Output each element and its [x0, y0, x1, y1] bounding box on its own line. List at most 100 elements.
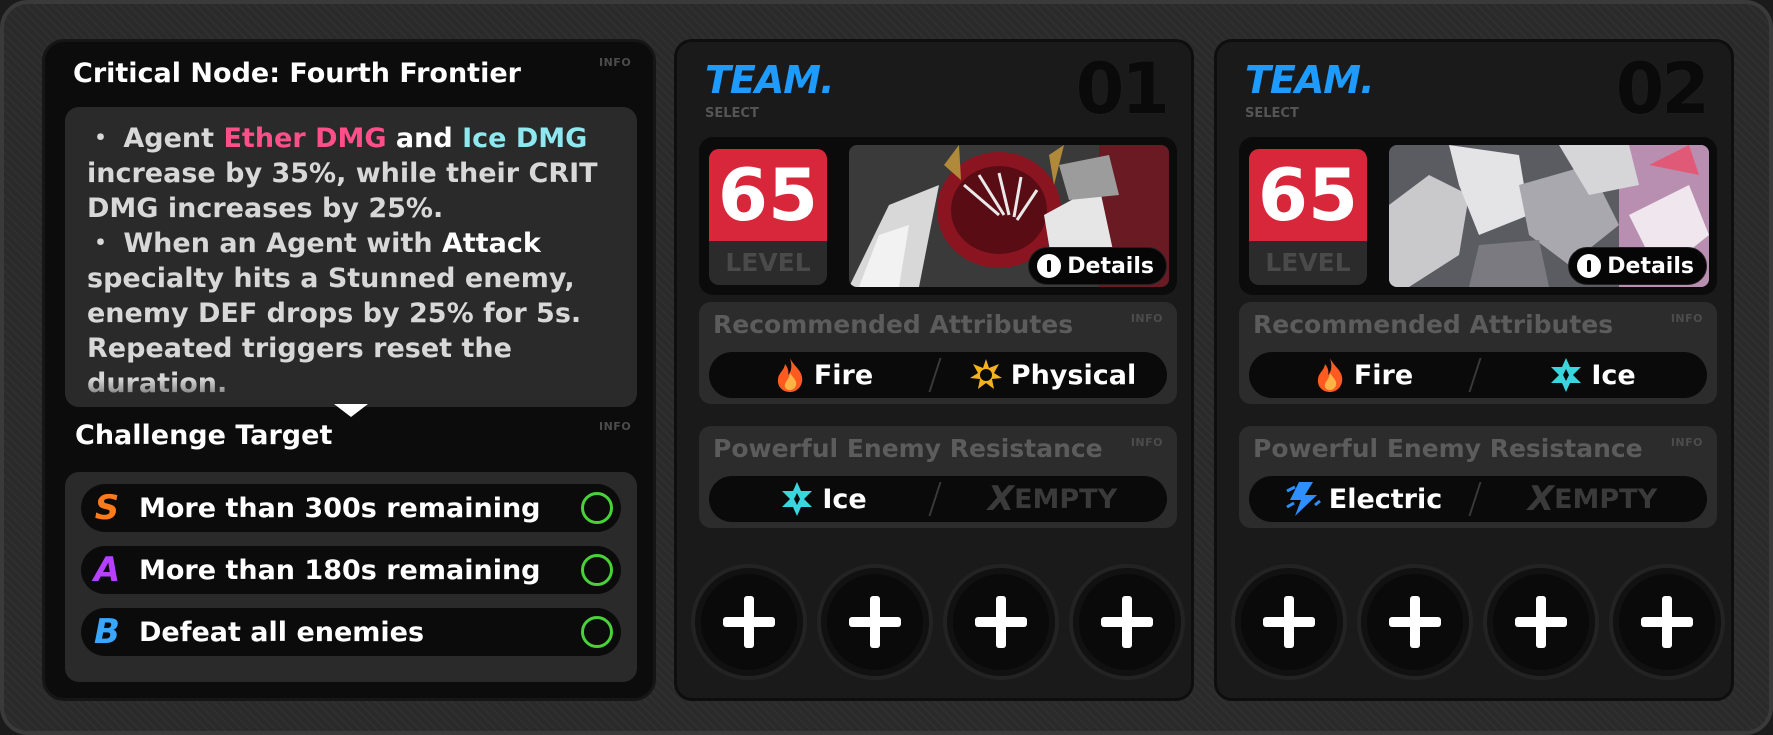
resistance-empty: X EMPTY — [1478, 476, 1707, 522]
attribute-name: EMPTY — [1014, 483, 1118, 515]
recommended-attributes: Recommended Attributes INFO Fire Ice — [1239, 302, 1717, 404]
enemy-resistance-title: Powerful Enemy Resistance — [1253, 434, 1643, 463]
enemy-resistance: Powerful Enemy Resistance INFO Electric … — [1239, 426, 1717, 528]
target-text: More than 180s remaining — [139, 554, 541, 586]
fire-icon — [777, 358, 803, 392]
details-button[interactable]: Details — [1028, 247, 1167, 285]
buff-description-segment: Ether DMG — [223, 123, 387, 154]
target-row-a: A More than 180s remaining — [81, 546, 621, 594]
add-agent-button[interactable] — [817, 564, 933, 680]
attribute-ice: Ice — [1478, 352, 1707, 398]
team-panel-02: TEAM. SELECT 02 65 LEVEL Details Recomme… — [1214, 39, 1734, 701]
buff-description-segment: and — [386, 123, 463, 154]
target-row-s: S More than 300s remaining — [81, 484, 621, 532]
node-title: Critical Node: Fourth Frontier — [73, 58, 521, 89]
recommended-attributes-title: Recommended Attributes — [1253, 310, 1614, 339]
target-status-icon — [581, 492, 613, 524]
fire-icon — [1317, 358, 1343, 392]
attribute-name: EMPTY — [1554, 483, 1658, 515]
attribute-pill: Fire Physical — [709, 352, 1167, 398]
info-tag[interactable]: INFO — [599, 420, 631, 433]
challenge-frame: Critical Node: Fourth Frontier INFO ・ Ag… — [0, 0, 1773, 735]
buff-description-segment: increase by 35%, while their CRIT DMG in… — [87, 158, 598, 224]
add-agent-button[interactable] — [1483, 564, 1599, 680]
team-number: 02 — [1615, 48, 1710, 130]
plus-icon — [1263, 596, 1315, 648]
attribute-name: Fire — [813, 359, 874, 391]
level-label: LEVEL — [1265, 248, 1351, 277]
info-tag[interactable]: INFO — [1131, 312, 1163, 325]
grade-a-icon: A — [93, 550, 121, 590]
enemy-level: 65 — [709, 149, 827, 241]
x-icon: X — [1527, 479, 1555, 519]
info-icon — [1577, 254, 1602, 278]
recommended-attributes: Recommended Attributes INFO Fire Physica… — [699, 302, 1177, 404]
plus-icon — [1515, 596, 1567, 648]
level-label: LEVEL — [725, 248, 811, 277]
attribute-name: Ice — [1591, 359, 1636, 391]
plus-icon — [975, 596, 1027, 648]
enemy-level: 65 — [1249, 149, 1367, 241]
plus-icon — [849, 596, 901, 648]
recommended-attributes-title: Recommended Attributes — [713, 310, 1074, 339]
agent-slots — [1231, 564, 1725, 684]
attribute-name: Fire — [1353, 359, 1414, 391]
resistance-electric: Electric — [1249, 476, 1478, 522]
details-label: Details — [1067, 253, 1154, 279]
agent-slots — [691, 564, 1185, 684]
enemy-level-badge: 65 LEVEL — [709, 149, 827, 285]
buff-description-box[interactable]: ・ Agent Ether DMG and Ice DMG increase b… — [65, 107, 637, 407]
resistance-pill: Electric X EMPTY — [1249, 476, 1707, 522]
attribute-physical: Physical — [938, 352, 1167, 398]
attribute-name: Ice — [822, 483, 867, 515]
add-agent-button[interactable] — [691, 564, 807, 680]
target-row-b: B Defeat all enemies — [81, 608, 621, 656]
ice-icon — [782, 482, 813, 516]
info-tag[interactable]: INFO — [599, 56, 631, 69]
plus-icon — [1641, 596, 1693, 648]
attribute-fire: Fire — [1249, 352, 1478, 398]
team-panel-01: TEAM. SELECT 01 65 LEVEL Details Recomme… — [674, 39, 1194, 701]
physical-icon — [969, 359, 1002, 389]
plus-icon — [723, 596, 775, 648]
resistance-empty: X EMPTY — [938, 476, 1167, 522]
target-status-icon — [581, 616, 613, 648]
info-tag[interactable]: INFO — [1671, 312, 1703, 325]
details-label: Details — [1607, 253, 1694, 279]
enemy-level-badge: 65 LEVEL — [1249, 149, 1367, 285]
attribute-name: Electric — [1328, 483, 1443, 515]
add-agent-button[interactable] — [1609, 564, 1725, 680]
resistance-pill: Ice X EMPTY — [709, 476, 1167, 522]
info-icon — [1037, 254, 1062, 278]
target-text: More than 300s remaining — [139, 492, 541, 524]
buff-description-segment: ・ When an Agent with — [87, 228, 442, 259]
ice-icon — [1551, 358, 1582, 392]
enemy-card[interactable]: 65 LEVEL Details — [699, 137, 1177, 295]
details-button[interactable]: Details — [1568, 247, 1707, 285]
target-text: Defeat all enemies — [139, 616, 425, 648]
plus-icon — [1389, 596, 1441, 648]
enemy-resistance-title: Powerful Enemy Resistance — [713, 434, 1103, 463]
x-icon: X — [987, 479, 1015, 519]
select-label: SELECT — [1245, 106, 1299, 121]
team-number: 01 — [1075, 48, 1170, 130]
add-agent-button[interactable] — [943, 564, 1059, 680]
select-label: SELECT — [705, 106, 759, 121]
info-tag[interactable]: INFO — [1131, 436, 1163, 449]
add-agent-button[interactable] — [1069, 564, 1185, 680]
enemy-card[interactable]: 65 LEVEL Details — [1239, 137, 1717, 295]
scroll-fade — [65, 379, 637, 407]
scroll-down-icon[interactable] — [334, 404, 368, 417]
grade-s-icon: S — [94, 488, 120, 528]
resistance-ice: Ice — [709, 476, 938, 522]
buff-description-segment: Ice DMG — [462, 123, 588, 154]
enemy-resistance: Powerful Enemy Resistance INFO Ice X EMP… — [699, 426, 1177, 528]
add-agent-button[interactable] — [1357, 564, 1473, 680]
electric-icon — [1286, 482, 1321, 516]
info-tag[interactable]: INFO — [1671, 436, 1703, 449]
attribute-name: Physical — [1010, 359, 1137, 391]
grade-b-icon: B — [94, 612, 120, 652]
plus-icon — [1101, 596, 1153, 648]
add-agent-button[interactable] — [1231, 564, 1347, 680]
attribute-pill: Fire Ice — [1249, 352, 1707, 398]
